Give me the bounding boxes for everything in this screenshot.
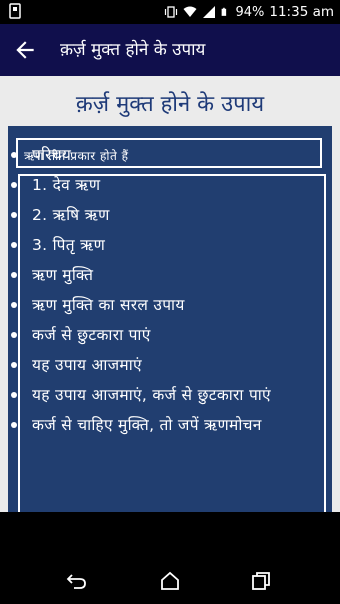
list-item[interactable]: ऋण मुक्ति का सरल उपाय <box>0 290 340 320</box>
list-item-label: कर्ज से छुटकारा पाएं <box>32 326 151 344</box>
list-item[interactable]: 3. पितृ ऋण <box>0 230 340 260</box>
battery-icon <box>222 7 227 16</box>
bullet-icon <box>11 212 17 218</box>
bullet-icon <box>11 272 17 278</box>
list-item[interactable]: कर्ज से छुटकारा पाएं <box>0 320 340 350</box>
battery-percent: 94% <box>235 4 265 20</box>
list-item[interactable]: कर्ज से चाहिए मुक्ति, तो जपें ऋणमोचन <box>0 410 340 440</box>
app-bar: क़र्ज़ मुक्त होने के उपाय <box>0 24 340 76</box>
wifi-icon <box>183 6 197 17</box>
signal-icon <box>203 6 216 18</box>
system-nav-bar <box>0 512 340 604</box>
main-content[interactable]: क़र्ज़ मुक्त होने के उपाय ऋण तीन प्रकार … <box>0 76 340 512</box>
list-item-label: कर्ज से चाहिए मुक्ति, तो जपें ऋणमोचन <box>32 416 262 434</box>
vibrate-icon <box>165 6 178 18</box>
list-item-label: परिचय <box>32 146 72 164</box>
bullet-icon <box>11 152 17 158</box>
bullet-icon <box>11 362 17 368</box>
list-item-label: 2. ऋषि ऋण <box>32 206 110 224</box>
page-title: क़र्ज़ मुक्त होने के उपाय <box>75 92 265 117</box>
list-item-label: ऋण मुक्ति <box>32 266 94 284</box>
list-item-label: ऋण मुक्ति का सरल उपाय <box>32 296 185 314</box>
bullet-icon <box>11 242 17 248</box>
notification-icon <box>9 3 21 19</box>
list-item[interactable]: 1. देव ऋण <box>0 170 340 200</box>
app-title: क़र्ज़ मुक्त होने के उपाय <box>60 40 206 60</box>
home-icon[interactable] <box>159 570 181 592</box>
list-item-label: यह उपाय आजमाएं <box>32 356 142 374</box>
bullet-icon <box>11 332 17 338</box>
list-item[interactable]: परिचय <box>0 140 340 170</box>
list-item[interactable]: ऋण मुक्ति <box>0 260 340 290</box>
bullet-icon <box>11 302 17 308</box>
list-item[interactable]: यह उपाय आजमाएं <box>0 350 340 380</box>
bullet-icon <box>11 182 17 188</box>
bullet-icon <box>11 392 17 398</box>
list-item-label: 3. पितृ ऋण <box>32 236 106 254</box>
status-bar: 94% 11:35 am <box>0 0 340 24</box>
bullet-icon <box>11 422 17 428</box>
arrow-left-icon[interactable] <box>12 37 38 63</box>
list-item-label: 1. देव ऋण <box>32 176 101 194</box>
status-time: 11:35 am <box>269 4 334 20</box>
recents-icon[interactable] <box>250 570 272 592</box>
list-item[interactable]: 2. ऋषि ऋण <box>0 200 340 230</box>
topic-list: परिचय 1. देव ऋण 2. ऋषि ऋण 3. पितृ ऋण ऋण … <box>0 140 340 440</box>
list-item-label: यह उपाय आजमाएं, कर्ज से छुटकारा पाएं <box>32 386 271 404</box>
back-nav-icon[interactable] <box>66 570 88 592</box>
list-item[interactable]: यह उपाय आजमाएं, कर्ज से छुटकारा पाएं <box>0 380 340 410</box>
